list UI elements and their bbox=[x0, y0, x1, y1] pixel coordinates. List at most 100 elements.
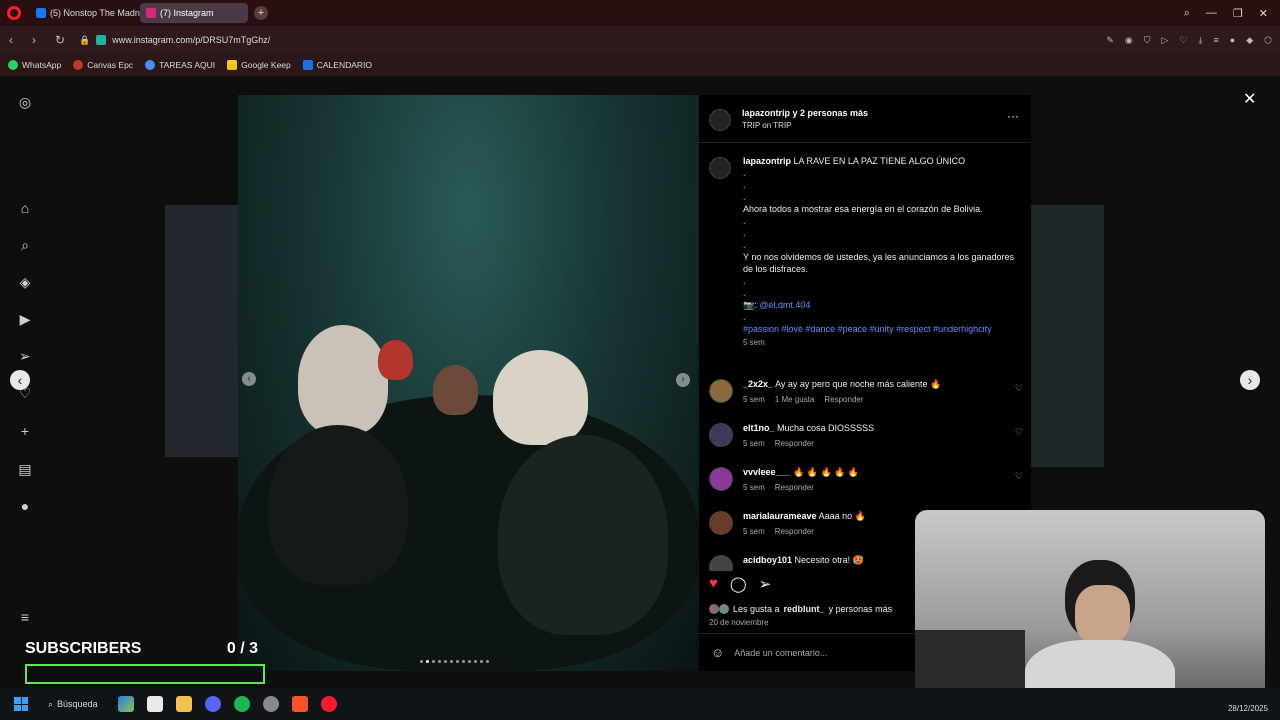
dashboard-icon[interactable]: ▤ bbox=[17, 461, 33, 477]
windows-start-icon[interactable] bbox=[14, 697, 28, 711]
caption-username[interactable]: lapazontrip bbox=[743, 156, 791, 166]
reply-button[interactable]: Responder bbox=[824, 395, 863, 404]
avatar[interactable] bbox=[709, 157, 731, 179]
close-icon[interactable]: ✕ bbox=[1243, 89, 1256, 109]
explore-icon[interactable]: ◈ bbox=[17, 274, 33, 290]
more-options-button[interactable]: ··· bbox=[1007, 109, 1019, 123]
share-icon[interactable]: ➢ bbox=[759, 575, 772, 593]
copilot-icon[interactable] bbox=[117, 696, 134, 712]
comment-like-icon[interactable]: ♡ bbox=[1015, 471, 1023, 482]
avatar bbox=[719, 604, 729, 614]
create-icon[interactable]: + bbox=[17, 423, 33, 439]
reels-icon[interactable]: ▶ bbox=[17, 311, 33, 327]
shield-icon[interactable]: ⛉ bbox=[1144, 35, 1151, 46]
comment-username[interactable]: vvvleee___ bbox=[743, 467, 791, 477]
post-date: 20 de noviembre bbox=[709, 618, 769, 627]
credit-mention-link[interactable]: @el.dmt.404 bbox=[759, 300, 810, 310]
caption-hashtags[interactable]: #passion #love #dance #peace #unity #res… bbox=[743, 323, 1023, 335]
forward-icon[interactable]: › bbox=[32, 33, 46, 47]
menu-icon[interactable]: ≡ bbox=[1214, 35, 1219, 45]
post-audio[interactable]: TRIP on TRIP bbox=[742, 121, 868, 130]
edit-icon[interactable]: ✎ bbox=[1106, 35, 1114, 46]
instagram-icon bbox=[146, 8, 156, 18]
photo-prev-button[interactable]: ‹ bbox=[242, 372, 256, 386]
comment-like-icon[interactable]: ♡ bbox=[1015, 427, 1023, 438]
avatar[interactable] bbox=[709, 511, 733, 535]
instagram-logo-icon[interactable]: ◎ bbox=[17, 94, 33, 110]
heart-icon[interactable]: ♡ bbox=[1179, 35, 1187, 46]
comment-like-icon[interactable]: ♡ bbox=[1015, 383, 1023, 394]
brave-icon[interactable] bbox=[291, 696, 308, 712]
store-icon[interactable] bbox=[146, 696, 163, 712]
caption-line: . bbox=[743, 276, 746, 286]
post-photo[interactable] bbox=[238, 95, 699, 671]
reply-button[interactable]: Responder bbox=[775, 483, 814, 492]
bookmark-canvas[interactable]: Canvas Epc bbox=[73, 60, 133, 70]
extension-icon[interactable]: ◆ bbox=[1246, 35, 1253, 46]
opera-icon[interactable] bbox=[320, 696, 337, 712]
tab-nonstop[interactable]: (5) Nonstop The Madness bbox=[30, 3, 140, 23]
search-icon[interactable]: ⌕ bbox=[1184, 7, 1190, 20]
avatar[interactable] bbox=[709, 423, 733, 447]
obs-icon[interactable] bbox=[262, 696, 279, 712]
back-icon[interactable]: ‹ bbox=[9, 33, 23, 47]
discord-icon[interactable] bbox=[204, 696, 221, 712]
facebook-icon bbox=[36, 8, 46, 18]
tab-instagram[interactable]: (7) Instagram bbox=[140, 3, 248, 23]
camera-credit-icon: 📷: bbox=[743, 300, 757, 310]
toolbar-icons: ✎ ◉ ⛉ ▷ ♡ ⤓ ≡ ● ◆ ⬡ bbox=[1106, 26, 1272, 54]
search-icon[interactable]: ⌕ bbox=[17, 237, 33, 253]
avatar[interactable] bbox=[709, 109, 731, 131]
close-window-icon[interactable]: ✕ bbox=[1259, 7, 1268, 20]
camera-icon[interactable]: ◉ bbox=[1125, 35, 1133, 46]
file-explorer-icon[interactable] bbox=[175, 696, 192, 712]
likes-summary[interactable]: Les gusta a redblunt_ y personas más bbox=[709, 604, 892, 614]
comment-username[interactable]: marialaurameave bbox=[743, 511, 817, 521]
comment-username[interactable]: _2x2x_ bbox=[743, 379, 773, 389]
spotify-icon[interactable] bbox=[233, 696, 250, 712]
photo-next-button[interactable]: › bbox=[676, 373, 690, 387]
reload-icon[interactable]: ↻ bbox=[55, 33, 69, 47]
cube-icon[interactable]: ⬡ bbox=[1264, 35, 1272, 46]
minimize-icon[interactable]: — bbox=[1206, 7, 1217, 19]
url-field[interactable]: 🔒 www.instagram.com/p/DRSU7mTgGhz/ bbox=[79, 35, 270, 46]
comment-icon[interactable]: ◯ bbox=[730, 575, 747, 593]
caption-time: 5 sem bbox=[743, 338, 765, 347]
likes-user[interactable]: redblunt_ bbox=[784, 604, 825, 614]
next-post-button[interactable]: › bbox=[1240, 370, 1260, 390]
maximize-icon[interactable]: ❐ bbox=[1233, 7, 1243, 20]
play-icon[interactable]: ▷ bbox=[1162, 35, 1169, 46]
profile-icon[interactable]: ● bbox=[1230, 35, 1235, 45]
avatar[interactable] bbox=[709, 555, 733, 571]
avatar[interactable] bbox=[709, 379, 733, 403]
comment-username[interactable]: acidboy101 bbox=[743, 555, 792, 565]
bookmark-keep[interactable]: Google Keep bbox=[227, 60, 291, 70]
messages-icon[interactable]: ➢ bbox=[17, 348, 33, 364]
bookmark-whatsapp[interactable]: WhatsApp bbox=[8, 60, 61, 70]
subscribers-progress-bar bbox=[25, 664, 265, 684]
taskbar-search[interactable]: ⌕ Búsqueda bbox=[48, 699, 98, 710]
home-icon[interactable]: ⌂ bbox=[17, 200, 33, 216]
like-heart-icon[interactable]: ♥ bbox=[709, 575, 718, 593]
carousel-dot bbox=[426, 660, 429, 663]
prev-post-button[interactable]: ‹ bbox=[10, 370, 30, 390]
bookmark-tareas[interactable]: TAREAS AQUI bbox=[145, 60, 215, 70]
more-menu-icon[interactable]: ≡ bbox=[17, 609, 33, 625]
person-head bbox=[298, 325, 388, 435]
comment-likes[interactable]: 1 Me gusta bbox=[775, 395, 815, 404]
comment-text: Necesito otra! 🥵 bbox=[794, 555, 864, 565]
reply-button[interactable]: Responder bbox=[775, 439, 814, 448]
new-tab-button[interactable]: + bbox=[254, 6, 268, 20]
reply-button[interactable]: Responder bbox=[775, 527, 814, 536]
post-header: lapazontrip y 2 personas más TRIP on TRI… bbox=[699, 95, 1031, 143]
bookmark-calendario[interactable]: CALENDARIO bbox=[302, 60, 372, 70]
comment-username[interactable]: elt1no_ bbox=[743, 423, 775, 433]
post-author-name[interactable]: lapazontrip y 2 personas más bbox=[742, 108, 868, 118]
comment-input[interactable]: Añade un comentario... bbox=[734, 648, 827, 658]
profile-icon[interactable]: ● bbox=[17, 498, 33, 514]
avatar[interactable] bbox=[709, 467, 733, 491]
emoji-icon[interactable]: ☺ bbox=[711, 645, 724, 660]
comment-item: elt1no_ Mucha cosa DIOSSSSS 5 sem Respond… bbox=[699, 423, 1031, 467]
download-icon[interactable]: ⤓ bbox=[1199, 35, 1203, 46]
opera-logo-icon[interactable] bbox=[7, 6, 21, 20]
